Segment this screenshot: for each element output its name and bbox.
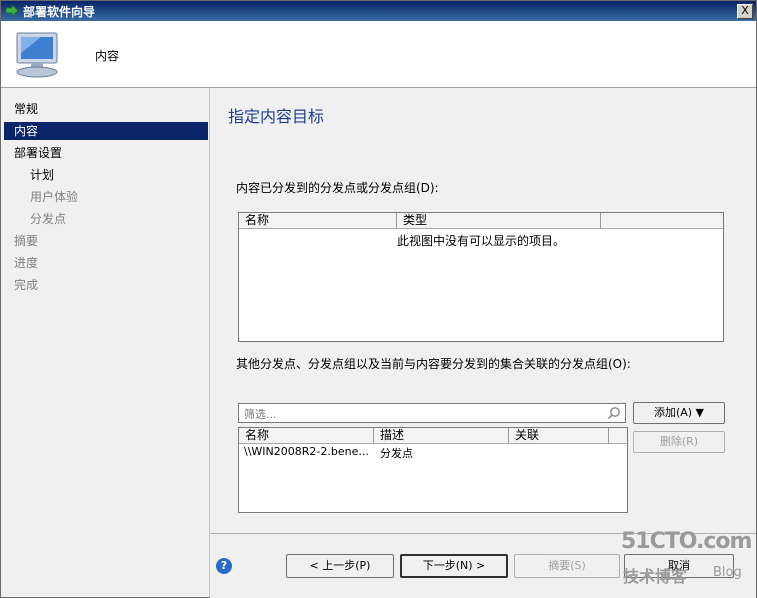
watermark: 51CTO.com 技术博客 Blog [619, 529, 755, 589]
column-header-type[interactable]: 类型 [397, 213, 601, 228]
watermark-blog-cn: 技术博客 [623, 567, 688, 586]
empty-list-message: 此视图中没有可以显示的项目。 [397, 234, 566, 248]
other-dist-list[interactable]: 名称 描述 关联 \\WIN2008R2-2.bene... 分发点 [238, 427, 628, 513]
computer-monitor-icon [11, 31, 65, 82]
row-description: 分发点 [380, 447, 413, 460]
wizard-header: 内容 [1, 21, 756, 88]
search-icon[interactable] [607, 406, 621, 423]
nav-item-content[interactable]: 内容 [4, 122, 208, 140]
distributed-list[interactable]: 名称 类型 此视图中没有可以显示的项目。 [238, 212, 724, 342]
other-list-header: 名称 描述 关联 [239, 428, 627, 444]
page-title: 指定内容目标 [228, 107, 325, 126]
header-title: 内容 [95, 49, 120, 63]
column-header-name[interactable]: 名称 [239, 213, 397, 228]
add-dropdown-button[interactable]: 添加(A) ▼ [633, 402, 725, 424]
row-name: \\WIN2008R2-2.bene... [244, 445, 369, 458]
column-header-description[interactable]: 描述 [374, 428, 509, 443]
filter-input[interactable] [242, 405, 606, 423]
summary-button: 摘要(S) [514, 554, 620, 578]
title-bar: 部署软件向导 X [1, 1, 756, 21]
watermark-site: 51CTO.com [621, 529, 752, 554]
distributed-list-header: 名称 类型 [239, 213, 723, 229]
column-header-name[interactable]: 名称 [239, 428, 374, 443]
wizard-step-nav: 常规 内容 部署设置 计划 用户体验 分发点 摘要 进度 完成 [1, 88, 210, 597]
distributed-label: 内容已分发到的分发点或分发点组(D): [236, 181, 439, 195]
next-button[interactable]: 下一步(N) > [400, 554, 508, 578]
nav-item-progress: 进度 [14, 256, 39, 270]
previous-button[interactable]: < 上一步(P) [286, 554, 394, 578]
remove-button: 删除(R) [633, 431, 725, 453]
column-header-association[interactable]: 关联 [509, 428, 609, 443]
window-title: 部署软件向导 [23, 5, 96, 19]
content-pane: 指定内容目标 内容已分发到的分发点或分发点组(D): 名称 类型 此视图中没有可… [210, 88, 756, 533]
other-dist-label: 其他分发点、分发点组以及当前与内容要分发到的集合关联的分发点组(O): [236, 357, 631, 371]
column-header-extra[interactable] [601, 213, 723, 228]
watermark-blog: Blog [713, 565, 742, 580]
wizard-arrow-icon [5, 4, 19, 20]
nav-item-completion: 完成 [14, 278, 39, 292]
nav-item-general[interactable]: 常规 [1, 100, 209, 118]
nav-item-user-experience: 用户体验 [30, 190, 79, 204]
close-button[interactable]: X [737, 4, 753, 19]
wizard-window: 部署软件向导 X 内容 常规 内容 部署设置 计划 用户体验 分发点 摘要 进度… [0, 0, 757, 598]
nav-item-summary: 摘要 [14, 234, 39, 248]
filter-box[interactable] [238, 403, 626, 423]
nav-item-distribution-points: 分发点 [30, 212, 67, 226]
nav-item-deployment-settings[interactable]: 部署设置 [1, 144, 209, 162]
nav-item-scheduling[interactable]: 计划 [1, 166, 209, 184]
help-icon[interactable]: ? [216, 558, 232, 574]
table-row[interactable]: \\WIN2008R2-2.bene... 分发点 [239, 445, 627, 461]
